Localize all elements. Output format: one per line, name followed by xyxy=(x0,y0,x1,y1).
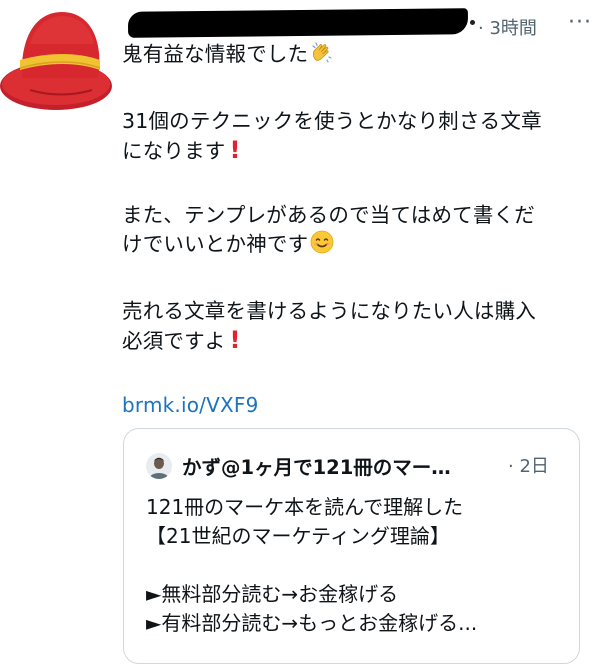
tweet-text: けでいいとか神です xyxy=(122,232,309,256)
tweet-line: 売れる文章を書けるようになりたい人は購入 xyxy=(122,299,536,323)
tweet-timestamp[interactable]: · 3時間 xyxy=(478,14,537,40)
redaction-dot xyxy=(470,20,475,25)
quoted-line: ►有料部分読む→もっとお金稼げる... xyxy=(146,611,478,635)
quoted-line: ►無料部分読む→お金稼げる xyxy=(146,582,399,606)
tweet-line: 必須ですよ! xyxy=(122,326,592,356)
clapping-hands-icon xyxy=(310,40,334,72)
tweet-line: 鬼有益な情報でした xyxy=(122,40,592,72)
tweet-link[interactable]: brmk.io/VXF9 xyxy=(122,393,259,417)
person-icon xyxy=(146,453,172,479)
tweet-text: になります xyxy=(122,139,226,163)
tweet-header: · 3時間 ··· xyxy=(120,8,596,42)
tweet-line: になります! xyxy=(122,136,592,166)
tweet-text: 必須ですよ xyxy=(122,329,226,353)
user-avatar[interactable] xyxy=(0,0,118,112)
tweet-body: 鬼有益な情報でした 31個のテクニックを使うとかなり刺さる文章 になります! ま… xyxy=(122,40,592,420)
tweet-line: 31個のテクニックを使うとかなり刺さる文章 xyxy=(122,109,542,133)
quoted-line: 【21世紀のマーケティング理論】 xyxy=(146,524,450,548)
quoted-user-avatar[interactable] xyxy=(146,453,172,479)
tweet-line: けでいいとか神です xyxy=(122,230,592,262)
more-options-icon[interactable]: ··· xyxy=(568,10,592,35)
quoted-line: 121冊のマーケ本を読んで理解した xyxy=(146,495,464,519)
quoted-timestamp[interactable]: · 2日 xyxy=(508,452,549,478)
quoted-user-name[interactable]: かず@1ヶ月で121冊のマー… xyxy=(182,451,482,480)
quoted-tweet-card[interactable]: かず@1ヶ月で121冊のマー… · 2日 121冊のマーケ本を読んで理解した 【… xyxy=(123,428,580,664)
tweet-line: brmk.io/VXF9 xyxy=(122,391,592,420)
exclamation-icon: ! xyxy=(229,326,241,354)
quoted-tweet-body: 121冊のマーケ本を読んで理解した 【21世紀のマーケティング理論】 ►無料部分… xyxy=(146,493,566,638)
quoted-tweet-header: かず@1ヶ月で121冊のマー… · 2日 xyxy=(146,451,566,481)
tweet-text: 鬼有益な情報でした xyxy=(122,42,309,66)
smiling-face-icon xyxy=(310,230,334,262)
tweet-line: また、テンプレがあるので当てはめて書くだ xyxy=(122,203,535,227)
exclamation-icon: ! xyxy=(229,136,241,164)
red-hat-icon xyxy=(0,12,112,110)
redacted-username xyxy=(127,8,469,38)
